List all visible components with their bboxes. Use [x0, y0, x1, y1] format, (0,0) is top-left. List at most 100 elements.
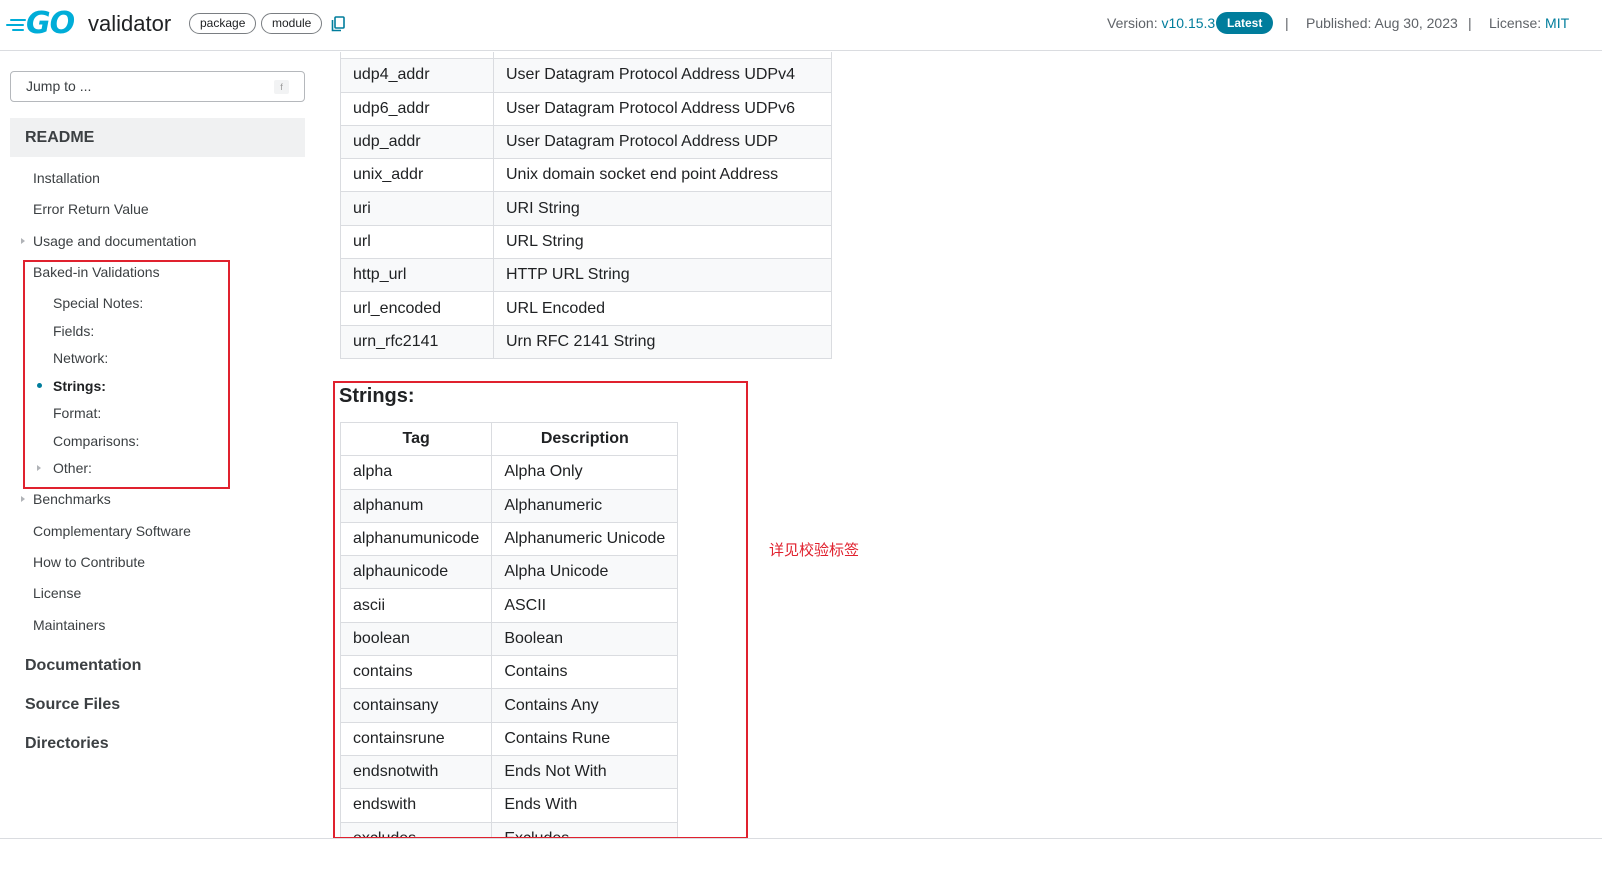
tag-cell: containsrune	[339, 721, 493, 756]
sidebar-subitem-fields[interactable]: Fields:	[53, 321, 94, 341]
table-row: url URL String	[340, 224, 832, 260]
table-row: unix_addr Unix domain socket end point Ad…	[340, 158, 832, 193]
bottom-divider	[0, 838, 1602, 839]
strings-validations-table: Tag Description alpha Alpha Only alphanum…	[339, 421, 679, 837]
table-row: containsany Contains Any	[339, 688, 679, 723]
description-cell: Alpha Only	[491, 455, 679, 490]
table-row	[340, 52, 832, 60]
tag-cell: udp4_addr	[340, 58, 494, 93]
sidebar-subitem-strings[interactable]: Strings:	[53, 376, 106, 396]
table-row: endsnotwith Ends Not With	[339, 754, 679, 790]
tag-cell: url	[340, 224, 494, 260]
keyboard-shortcut-hint: f	[274, 80, 289, 94]
column-header-tag: Tag	[339, 421, 493, 457]
description-cell: Boolean	[491, 621, 679, 657]
active-item-dot-icon	[37, 383, 42, 388]
package-badge: package	[189, 13, 257, 34]
page-header: GO validator package module Version: v10…	[0, 0, 1602, 51]
description-cell: URL Encoded	[493, 291, 832, 326]
jump-to-input[interactable]: Jump to ... f	[10, 71, 305, 102]
expand-triangle-icon[interactable]	[21, 496, 25, 502]
version-info: Version: v10.15.3	[1107, 12, 1215, 34]
sidebar-subitem-network[interactable]: Network:	[53, 348, 108, 368]
strings-section-heading: Strings:	[339, 385, 415, 407]
tag-cell: alphanumunicode	[339, 521, 493, 557]
description-cell: Contains Rune	[491, 721, 679, 756]
sidebar-item-maintainers[interactable]: Maintainers	[33, 615, 105, 635]
description-cell: Contains Any	[491, 688, 679, 723]
table-row: udp4_addr User Datagram Protocol Address …	[340, 58, 832, 93]
tag-cell: url_encoded	[340, 291, 494, 326]
sidebar-item-installation[interactable]: Installation	[33, 168, 100, 188]
table-row: excludesExcludes	[339, 821, 679, 837]
tag-cell: contains	[339, 655, 493, 690]
jump-to-placeholder: Jump to ...	[26, 78, 92, 94]
sidebar-item-license[interactable]: License	[33, 583, 81, 603]
expand-triangle-icon[interactable]	[21, 238, 25, 244]
sidebar-section-directories[interactable]: Directories	[25, 733, 109, 755]
tag-cell: uri	[340, 191, 494, 226]
tag-cell: endsnotwith	[339, 754, 493, 790]
column-header-description: Description	[491, 421, 679, 457]
description-cell: Ends Not With	[491, 754, 679, 790]
tag-cell: http_url	[340, 258, 494, 293]
version-label: Version:	[1107, 15, 1162, 31]
copy-icon[interactable]	[331, 16, 345, 32]
sidebar-section-source-files[interactable]: Source Files	[25, 694, 120, 716]
go-logo-text: GO	[26, 6, 75, 41]
sidebar-item-benchmarks[interactable]: Benchmarks	[33, 489, 111, 509]
description-cell: HTTP URL String	[493, 258, 832, 293]
tag-cell: unix_addr	[340, 158, 494, 193]
table-row: alphaunicode Alpha Unicode	[339, 555, 679, 590]
table-row: udp6_addr User Datagram Protocol Address …	[340, 91, 832, 126]
tag-cell: containsany	[339, 688, 493, 723]
description-cell	[493, 52, 832, 60]
tag-cell	[340, 52, 494, 60]
module-badge: module	[261, 13, 323, 34]
sidebar-readme-heading[interactable]: README	[10, 118, 305, 157]
sidebar-item-error-return-value[interactable]: Error Return Value	[33, 199, 149, 219]
sidebar-item-how-to-contribute[interactable]: How to Contribute	[33, 552, 145, 572]
description-cell: Alpha Unicode	[491, 555, 679, 590]
sidebar-subitem-format[interactable]: Format:	[53, 403, 101, 423]
tag-cell: boolean	[339, 621, 493, 657]
tag-cell: udp_addr	[340, 124, 494, 160]
table-row: ascii ASCII	[339, 588, 679, 623]
sidebar-item-baked-in-validations[interactable]: Baked-in Validations	[33, 262, 160, 282]
sidebar-item-complementary-software[interactable]: Complementary Software	[33, 521, 191, 541]
license-label: License:	[1489, 15, 1546, 31]
latest-badge: Latest	[1216, 12, 1274, 34]
table-row: alpha Alpha Only	[339, 455, 679, 490]
description-cell: ASCII	[491, 588, 679, 623]
table-row: alphanumunicode Alphanumeric Unicode	[339, 521, 679, 557]
content-viewport: udp4_addr User Datagram Protocol Address …	[335, 52, 855, 837]
sidebar-section-documentation[interactable]: Documentation	[25, 655, 141, 677]
tag-cell: ascii	[339, 588, 493, 623]
license-link[interactable]: MIT	[1545, 15, 1569, 31]
description-cell: Excludes	[491, 821, 679, 837]
tag-cell: excludes	[339, 821, 493, 837]
description-cell: Contains	[491, 655, 679, 690]
go-logo[interactable]: GO	[6, 6, 75, 41]
license-info: License: MIT	[1489, 12, 1569, 34]
header-separator: |	[1468, 15, 1472, 31]
description-cell: Alphanumeric Unicode	[491, 521, 679, 557]
network-validations-table: udp4_addr User Datagram Protocol Address …	[340, 52, 832, 359]
table-row: contains Contains	[339, 655, 679, 690]
description-cell: Alphanumeric	[491, 488, 679, 523]
description-cell: User Datagram Protocol Address UDP	[493, 124, 832, 160]
expand-triangle-icon[interactable]	[37, 465, 41, 471]
version-link[interactable]: v10.15.3	[1161, 15, 1215, 31]
sidebar-item-usage-and-documentation[interactable]: Usage and documentation	[33, 231, 196, 251]
description-cell: URL String	[493, 224, 832, 260]
sidebar-subitem-special-notes[interactable]: Special Notes:	[53, 293, 143, 313]
table-row: endswith Ends With	[339, 788, 679, 823]
tag-cell: urn_rfc2141	[340, 324, 494, 359]
sidebar-subitem-other[interactable]: Other:	[53, 458, 92, 478]
tag-cell: endswith	[339, 788, 493, 823]
description-cell: URI String	[493, 191, 832, 226]
description-cell: User Datagram Protocol Address UDPv4	[493, 58, 832, 93]
description-cell: Urn RFC 2141 String	[493, 324, 832, 359]
sidebar-subitem-comparisons[interactable]: Comparisons:	[53, 431, 139, 451]
table-row: uri URI String	[340, 191, 832, 226]
